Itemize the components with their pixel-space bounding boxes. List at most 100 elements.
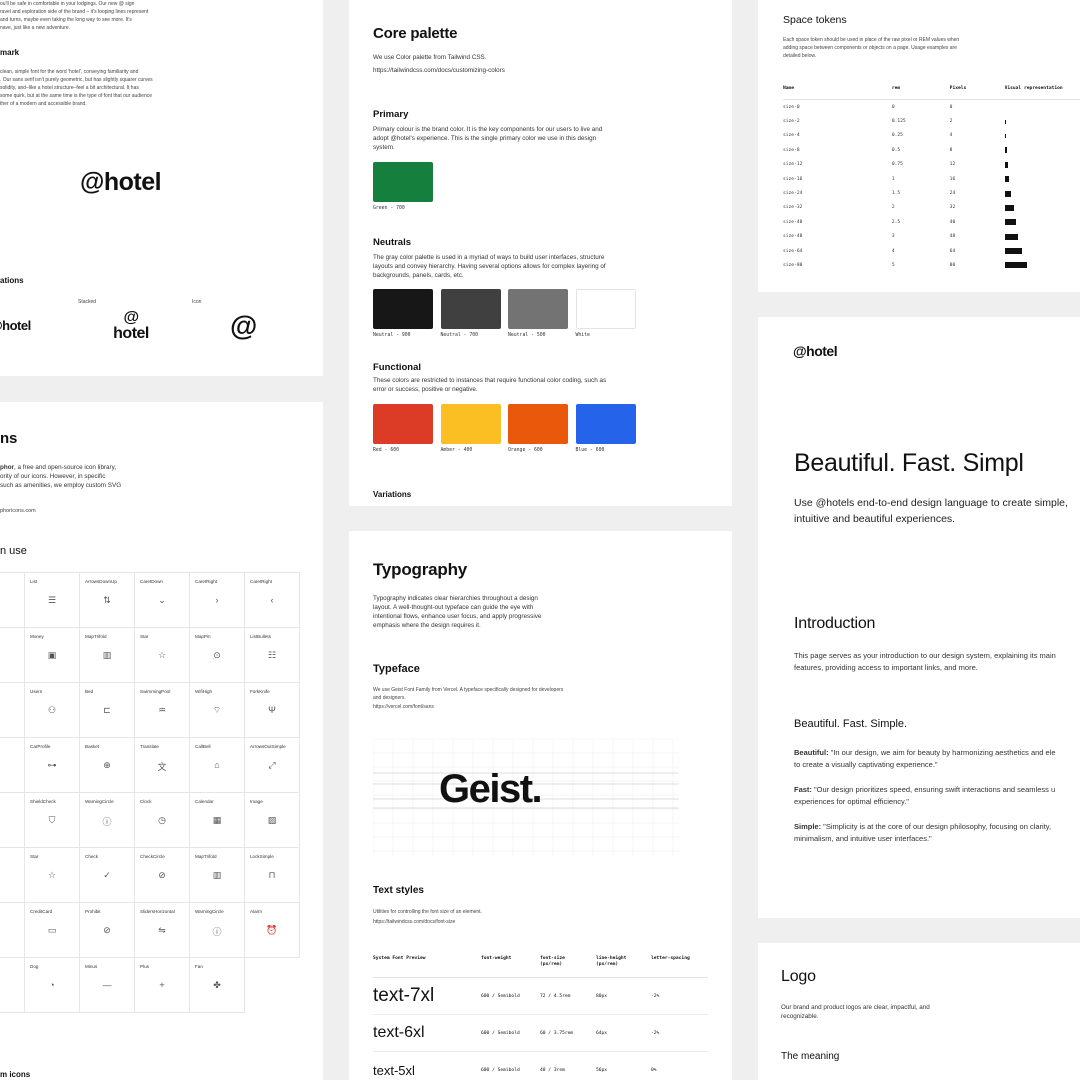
icon-cell[interactable]: ots — [0, 958, 25, 1013]
space-token-px: 64 — [949, 248, 956, 254]
icon-cell[interactable]: List ☰ — [25, 573, 80, 628]
typography-title: Typography — [373, 560, 468, 579]
icon-cell[interactable]: Basket ⊕ — [80, 738, 135, 793]
functional-swatch-label: Amber - 400 — [440, 448, 473, 453]
text-style-lh: 64px — [596, 1030, 608, 1036]
icon-cell[interactable]: ForkKnife Ψ — [245, 683, 300, 738]
icon-cell[interactable]: Fan ✤ — [190, 958, 245, 1013]
icon-cell[interactable]: WarningCircle ⓘ — [80, 793, 135, 848]
icon-cell[interactable]: Money ▣ — [25, 628, 80, 683]
icon-cell[interactable]: ListBullets ☷ — [245, 628, 300, 683]
icon-name: LockSimple — [250, 854, 274, 859]
icon-cell[interactable]: SwimmingPool ♒ — [135, 683, 190, 738]
icon-cell[interactable]: Plus + — [135, 958, 190, 1013]
tailwind-colors-link[interactable]: https://tailwindcss.com/docs/customizing… — [373, 66, 505, 75]
text-style-preview: text-7xl — [373, 985, 435, 1006]
space-visual-cell — [1004, 147, 1080, 154]
icon-cell[interactable]: CarProfile ⊶ — [25, 738, 80, 793]
space-token-row: size-32 2 32 — [783, 201, 1080, 215]
space-token-bar — [1004, 176, 1010, 183]
icon-cell[interactable]: Star ☆ — [135, 628, 190, 683]
icon-name: Prohibit — [85, 909, 101, 914]
wordmark-heading: mark — [0, 48, 20, 57]
icon-name: Check — [85, 854, 99, 859]
icon-cell[interactable]: Image ▨ — [245, 793, 300, 848]
icon-cell[interactable]: lass — [0, 573, 25, 628]
icon-cell[interactable]: Prohibit ⊘ — [80, 903, 135, 958]
icon-cell[interactable]: CaretRight › — [190, 573, 245, 628]
icons-title: ns — [0, 430, 18, 447]
text-styles-row: text-6xl 600 / Semibold 60 / 3.75rem 64px -2… — [373, 1015, 708, 1052]
icon-cell[interactable]: ArrowsOutSimple ⤢ — [245, 738, 300, 793]
icon-cell[interactable]: MapPin ⊙ — [190, 628, 245, 683]
space-visual-cell — [1004, 204, 1080, 211]
variations-heading-palette: Variations — [373, 490, 412, 499]
space-token-rem: 3 — [891, 234, 895, 240]
icon-cell[interactable]: Minus — — [80, 958, 135, 1013]
icon-cell[interactable] — [0, 683, 25, 738]
minus-icon: — — [102, 980, 112, 990]
icon-cell[interactable]: CaretDown ⌄ — [135, 573, 190, 628]
core-palette-card: Core palette We use Color palette from T… — [349, 0, 732, 506]
icon-cell[interactable]: Alarm ⏰ — [245, 903, 300, 958]
icon-cell[interactable]: ArrowsDownUp ⇅ — [80, 573, 135, 628]
phosphor-link[interactable]: phoricons.com — [0, 507, 36, 515]
icon-cell[interactable]: Dog ◔ — [25, 958, 80, 1013]
icon-cell[interactable]: WifiHigh ⌔ — [190, 683, 245, 738]
icon-cell[interactable]: CreditCard ▭ — [25, 903, 80, 958]
icon-cell[interactable]: WarningCircle ⓘ — [190, 903, 245, 958]
introduction-heading: Introduction — [794, 615, 876, 632]
icon-cell[interactable]: CaretRight ‹ — [245, 573, 300, 628]
icon-name: Bed — [85, 689, 94, 694]
icon-cell[interactable]: Check ✓ — [80, 848, 135, 903]
primary-swatch-label: Green - 700 — [373, 206, 405, 211]
space-token-row: size-2 0.125 2 — [783, 114, 1080, 128]
space-visual-cell — [1004, 262, 1080, 269]
icon-cell[interactable]: Clock ◷ — [135, 793, 190, 848]
space-tokens-desc: Each space token should be used in place… — [783, 37, 960, 59]
icon-cell[interactable]: CheckCircle ⊘ — [135, 848, 190, 903]
space-visual-cell — [1004, 233, 1080, 240]
logo-intro-text: ou'll be safe in comfortable in your lod… — [0, 1, 149, 31]
icon-cell[interactable]: Star ☆ — [25, 848, 80, 903]
icon-cell[interactable]: Bed ⊏ — [80, 683, 135, 738]
icon-cell[interactable]: MapTrifold ▥ — [80, 628, 135, 683]
icon-cell[interactable] — [0, 793, 25, 848]
text-styles-col-header: font-size (px/rem) — [540, 956, 565, 967]
icon-cell[interactable]: CallBell ⌂ — [190, 738, 245, 793]
icon-cell[interactable]: SlidersHorizontal ⇋ — [135, 903, 190, 958]
fast-text: Fast: "Our design prioritizes speed, ens… — [794, 785, 1056, 806]
space-token-rem: 2.5 — [891, 219, 901, 225]
space-token-rem: 1.5 — [891, 191, 901, 197]
swimmingpool-icon: ♒ — [157, 705, 167, 715]
font-size-link[interactable]: https://tailwindcss.com/docs/font-size — [373, 918, 455, 926]
icons-in-use-heading: n use — [0, 545, 27, 557]
space-token-name: size-80 — [783, 262, 803, 268]
text-style-size: 48 / 3rem — [540, 1067, 565, 1073]
icon-cell[interactable]: Translate 文 — [135, 738, 190, 793]
mappin-icon: ⊙ — [213, 650, 221, 660]
icon-cell[interactable] — [0, 903, 25, 958]
space-visual-cell — [1004, 133, 1080, 139]
icon-cell[interactable] — [0, 738, 25, 793]
icon-cell[interactable]: Calendar ▦ — [190, 793, 245, 848]
icon-name: Dog — [30, 964, 39, 969]
space-token-rem: 0.25 — [891, 133, 903, 139]
icon-cell[interactable]: Users ⚇ — [25, 683, 80, 738]
functional-swatch — [575, 404, 636, 444]
icon-cell[interactable]: ShieldCheck ⛉ — [25, 793, 80, 848]
icon-cell[interactable] — [0, 628, 25, 683]
space-token-px: 80 — [949, 262, 956, 268]
warningcircle-icon: ⓘ — [212, 927, 222, 937]
primary-text: Primary colour is the brand color. It is… — [373, 126, 603, 151]
typeface-heading: Typeface — [373, 663, 420, 675]
text-styles-heading: Text styles — [373, 885, 424, 896]
icon-cell[interactable]: MapTrifold ▥ — [190, 848, 245, 903]
text-style-ls: -2% — [651, 993, 660, 999]
text-styles-col-header: System Font Preview — [373, 956, 426, 961]
vercel-font-link[interactable]: https://vercel.com/font/sans — [373, 703, 434, 711]
money-icon: ▣ — [47, 650, 57, 660]
icon-cell[interactable] — [0, 848, 25, 903]
icon-cell[interactable]: LockSimple ⊓ — [245, 848, 300, 903]
neutrals-text: The gray color palette is used in a myri… — [373, 254, 606, 279]
